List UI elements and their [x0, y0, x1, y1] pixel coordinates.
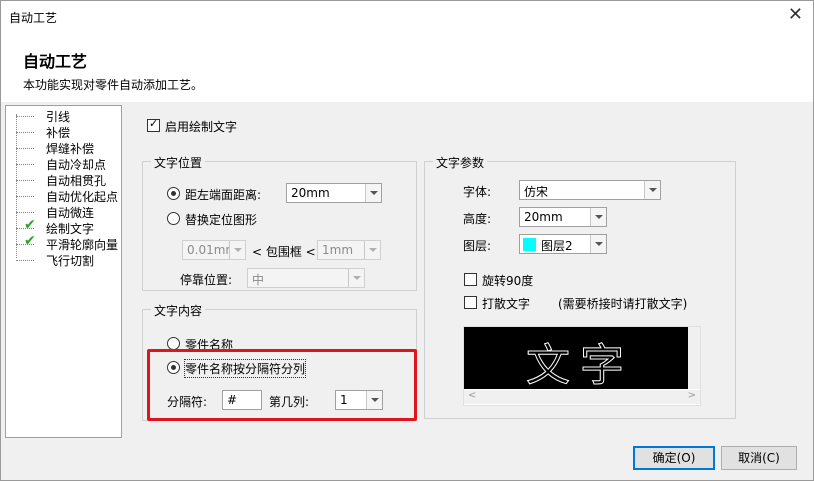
dialog-window: 自动工艺 ✕ 自动工艺 本功能实现对零件自动添加工艺。 引线 补偿 焊缝补偿 自… — [0, 0, 814, 481]
bbox-max-combo[interactable]: 1mm — [317, 240, 381, 260]
green-check-icon: ✔ — [24, 217, 36, 233]
chevron-down-icon[interactable] — [365, 184, 381, 202]
replace-shape-radio[interactable] — [167, 212, 180, 225]
distance-value: 20mm — [291, 186, 330, 200]
chevron-down-icon[interactable] — [364, 241, 380, 259]
dialog-header: 自动工艺 本功能实现对零件自动添加工艺。 — [1, 32, 813, 102]
preview-vertical-scrollbar[interactable] — [688, 327, 700, 389]
layer-label: 图层: — [463, 239, 492, 253]
scroll-right-icon[interactable]: > — [688, 390, 696, 401]
header-title: 自动工艺 — [23, 52, 88, 71]
text-position-legend: 文字位置 — [151, 154, 206, 171]
layer-combo[interactable]: 图层2 — [519, 234, 607, 254]
chevron-down-icon[interactable] — [348, 269, 364, 287]
distance-radio[interactable] — [167, 187, 180, 200]
rotate-checkbox[interactable] — [464, 273, 477, 286]
preview-text: 文字 — [526, 340, 634, 392]
tree-item-label: 自动优化起点 — [46, 190, 119, 204]
tree-item-label: 自动冷却点 — [46, 158, 107, 172]
bbox-label: < 包围框 < — [252, 245, 316, 259]
stop-position-combo[interactable]: 中 — [247, 268, 365, 288]
stop-position-label: 停靠位置: — [180, 273, 233, 287]
tree-item-cooling-point[interactable]: 自动冷却点 — [6, 156, 122, 172]
stop-position-value: 中 — [252, 273, 265, 287]
green-check-icon: ✔ — [24, 233, 36, 249]
layer-color-swatch — [523, 238, 536, 251]
scroll-left-icon[interactable]: < — [468, 390, 476, 401]
tree-item-label: 飞行切割 — [46, 254, 95, 268]
highlight-box — [147, 349, 417, 421]
scatter-label: 打散文字 — [482, 297, 531, 311]
enable-text-checkbox[interactable] — [147, 117, 160, 132]
bbox-min-combo[interactable]: 0.01mm — [182, 240, 246, 260]
tree-item-weld-compensation[interactable]: 焊缝补偿 — [6, 140, 122, 156]
text-params-legend: 文字参数 — [433, 154, 488, 171]
tree-item-intersect-hole[interactable]: 自动相贯孔 — [6, 172, 122, 188]
distance-combo[interactable]: 20mm — [286, 183, 382, 203]
tree-item-label: 自动相贯孔 — [46, 174, 107, 188]
distance-label: 距左端面距离: — [185, 188, 262, 202]
chevron-down-icon[interactable] — [590, 208, 606, 226]
chevron-down-icon[interactable] — [229, 241, 245, 259]
tree-item-label: 平滑轮廓向量 — [46, 238, 119, 252]
cancel-button[interactable]: 取消(C) — [721, 446, 797, 470]
tree-item-lead[interactable]: 引线 — [6, 108, 122, 124]
font-label: 字体: — [463, 185, 492, 199]
chevron-down-icon[interactable] — [644, 181, 660, 199]
tree-item-smooth-contour[interactable]: ✔ 平滑轮廓向量 — [6, 233, 122, 252]
font-combo[interactable]: 仿宋 — [519, 180, 661, 200]
tree-item-label: 引线 — [46, 110, 71, 124]
tree-item-label: 自动微连 — [46, 206, 95, 220]
height-value: 20mm — [524, 210, 563, 224]
tree-item-label: 焊缝补偿 — [46, 142, 95, 156]
tree-item-flying-cut[interactable]: 飞行切割 — [6, 252, 122, 268]
preview-horizontal-scrollbar[interactable]: < > — [464, 390, 700, 404]
tree-item-label: 补偿 — [46, 126, 71, 140]
text-preview: 文字 < > — [463, 326, 701, 406]
text-content-legend: 文字内容 — [151, 302, 206, 319]
bbox-max-value: 1mm — [322, 243, 354, 257]
font-value: 仿宋 — [524, 185, 549, 199]
close-icon[interactable]: ✕ — [788, 5, 803, 25]
tree-item-compensation[interactable]: 补偿 — [6, 124, 122, 140]
scatter-checkbox[interactable] — [464, 296, 477, 309]
ok-button[interactable]: 确定(O) — [633, 446, 715, 470]
height-combo[interactable]: 20mm — [519, 207, 607, 227]
layer-value: 图层2 — [541, 239, 573, 253]
header-subtitle: 本功能实现对零件自动添加工艺。 — [23, 78, 204, 92]
height-label: 高度: — [463, 212, 492, 226]
window-title: 自动工艺 — [9, 11, 58, 25]
tree-item-optimize-start[interactable]: 自动优化起点 — [6, 188, 122, 204]
replace-shape-label: 替换定位图形 — [185, 213, 258, 227]
chevron-down-icon[interactable] — [590, 235, 606, 253]
scatter-note: (需要桥接时请打散文字) — [558, 297, 688, 311]
process-tree[interactable]: 引线 补偿 焊缝补偿 自动冷却点 自动相贯孔 自动优化起点 自动微连 ✔ 绘制文字… — [5, 105, 122, 438]
tree-item-label: 绘制文字 — [46, 222, 95, 236]
enable-text-label: 启用绘制文字 — [165, 120, 238, 134]
title-bar: 自动工艺 ✕ — [1, 1, 813, 32]
rotate-label: 旋转90度 — [482, 274, 534, 288]
